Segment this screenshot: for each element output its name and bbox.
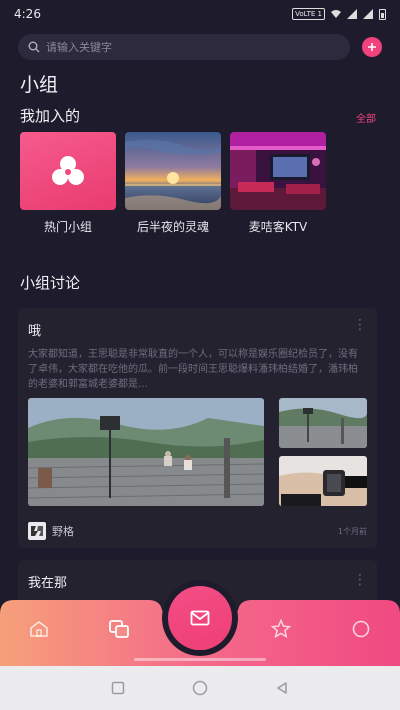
clover-icon [52, 156, 84, 185]
groups-icon [109, 620, 129, 638]
recents-button[interactable] [110, 680, 126, 696]
back-triangle-icon [277, 682, 287, 694]
home-button[interactable] [192, 680, 208, 696]
status-icons: VoLTE 1 [292, 8, 386, 20]
group-card-ktv[interactable]: 麦咭客KTV [230, 132, 326, 235]
post-image-main[interactable] [28, 398, 264, 506]
system-nav-bar [0, 666, 400, 710]
ktv-room-photo [230, 132, 326, 210]
avatar-logo [31, 526, 43, 536]
add-button[interactable] [362, 37, 382, 57]
group-label: 麦咭客KTV [248, 220, 308, 234]
plus-icon [368, 43, 376, 51]
circle-icon [192, 680, 208, 696]
see-all-link[interactable]: 全部 [356, 110, 376, 125]
tab-groups[interactable] [108, 618, 130, 640]
post-author[interactable]: 野格 [52, 523, 338, 539]
star-icon [271, 619, 291, 639]
more-icon[interactable]: ⋮ [353, 318, 367, 332]
group-label: 后半夜的灵魂 [136, 220, 209, 234]
film-set-photo [28, 398, 264, 506]
search-row [18, 34, 382, 60]
tab-home[interactable] [28, 618, 50, 640]
battery-icon [379, 8, 386, 20]
discussion-heading: 小组讨论 [20, 274, 81, 292]
joined-heading: 我加入的 [20, 107, 81, 125]
group-label: 热门小组 [43, 220, 92, 234]
search-input[interactable] [46, 40, 340, 54]
group-thumb [230, 132, 326, 210]
page-title: 小组 [20, 74, 59, 96]
sunset-photo [125, 132, 221, 210]
post-body: 大家都知道，王思聪是非常耿直的一个人，可以称是娱乐圈纪检员了，没有了卓伟，大家都… [28, 349, 358, 390]
group-thumb [125, 132, 221, 210]
search-bar[interactable] [18, 34, 350, 60]
back-button[interactable] [274, 680, 290, 696]
more-icon-2[interactable]: ⋮ [353, 572, 367, 588]
volte-badge: VoLTE 1 [292, 8, 325, 20]
joined-groups: 热门小组 后半夜的灵魂 麦咭客KTV [20, 132, 326, 235]
avatar[interactable] [28, 522, 46, 540]
wifi-icon [331, 10, 341, 18]
tab-mail[interactable] [168, 586, 232, 650]
group-card-hot[interactable]: 热门小组 [20, 132, 116, 235]
bottom-tab-bar [0, 586, 400, 666]
signal-icon [347, 9, 357, 19]
wrist-watch-photo [279, 456, 367, 506]
profile-icon [352, 620, 370, 638]
search-icon [28, 41, 40, 53]
post-footer: 野格 1个月前 [28, 522, 367, 540]
post-title: 哦 [28, 324, 42, 339]
post-image-3[interactable] [279, 456, 367, 506]
home-indicator [134, 658, 266, 661]
square-icon [111, 681, 125, 695]
clock: 4:26 [14, 7, 41, 21]
post-card[interactable]: 哦 ⋮ 大家都知道，王思聪是非常耿直的一个人，可以称是娱乐圈纪检员了，没有了卓伟… [18, 308, 377, 548]
post-time: 1个月前 [337, 526, 367, 536]
film-set-photo-2 [279, 398, 367, 448]
group-thumb [20, 132, 116, 210]
group-card-night[interactable]: 后半夜的灵魂 [125, 132, 221, 235]
post-images [28, 398, 367, 506]
mail-icon [190, 610, 210, 626]
home-icon [30, 621, 48, 637]
tab-profile[interactable] [350, 618, 372, 640]
tab-favorites[interactable] [270, 618, 292, 640]
post-image-2[interactable] [279, 398, 367, 448]
signal-icon-2 [363, 9, 373, 19]
status-bar: 4:26 VoLTE 1 [0, 0, 400, 28]
